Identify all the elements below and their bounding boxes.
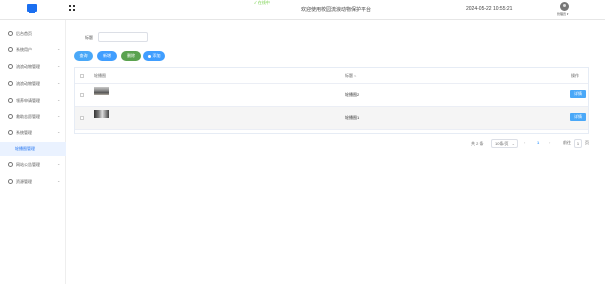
table-row: 轮播图1 详情 — [75, 107, 588, 130]
sidebar-item-resources[interactable]: 资源管理 ⌄ — [0, 175, 66, 189]
detail-button[interactable]: 详情 — [570, 90, 586, 98]
folder-icon — [8, 64, 13, 69]
sidebar: 后台首页 系统用户 ⌄ 流浪动物管理 ⌄ 流浪动物管理 ⌄ 领养申请管理 ⌄ 救… — [0, 20, 66, 284]
next-page-button[interactable]: › — [549, 140, 550, 145]
chevron-down-icon: ⌄ — [57, 113, 61, 118]
search-button[interactable]: 查询 — [74, 51, 93, 61]
carousel-table: 轮播图 标题⇅ 操作 轮播图2 详情 轮播图1 详情 — [74, 67, 589, 134]
batch-add-button[interactable]: 添加 — [143, 51, 165, 61]
sidebar-item-system[interactable]: 系统管理 ⌄ — [0, 126, 66, 140]
monitor-logo-icon[interactable] — [27, 4, 37, 13]
chevron-up-icon: ⌄ — [57, 129, 61, 134]
chevron-down-icon: ⌄ — [57, 97, 61, 102]
row-checkbox[interactable] — [80, 116, 84, 120]
sort-icon[interactable]: ⇅ — [354, 74, 357, 78]
prev-page-button[interactable]: ‹ — [524, 140, 525, 145]
sidebar-item-volunteer[interactable]: 救助志愿管理 ⌄ — [0, 110, 66, 124]
top-bar: ✓ 在线中 欢迎使用校园流浪动物保护平台 2024-05-22 10:55:21… — [0, 0, 605, 20]
chevron-down-icon: ⌄ — [57, 80, 61, 85]
folder-icon — [8, 98, 13, 103]
page-size-value: 10条/页 — [495, 140, 509, 146]
title-search-input[interactable] — [98, 32, 148, 42]
folder-icon — [8, 114, 13, 119]
detail-button[interactable]: 详情 — [570, 113, 586, 121]
plus-icon — [147, 54, 151, 58]
sidebar-item-label: 资源管理 — [16, 179, 32, 184]
folder-icon — [8, 81, 13, 86]
main-content: 标题 查询 新增 删除 添加 轮播图 标题⇅ 操作 轮播图2 详情 轮播图1 详… — [66, 20, 605, 284]
sidebar-item-label: 轮播图管理 — [15, 146, 35, 151]
search-icon — [8, 162, 13, 167]
sidebar-item-label: 领养申请管理 — [16, 98, 40, 103]
carousel-thumbnail — [94, 110, 109, 118]
sidebar-item-animals-2[interactable]: 流浪动物管理 ⌄ — [0, 77, 66, 91]
chevron-down-icon: ⌄ — [57, 178, 61, 183]
sidebar-item-label: 救助志愿管理 — [16, 114, 40, 119]
select-all-checkbox[interactable] — [80, 74, 84, 78]
carousel-thumbnail — [94, 87, 109, 95]
chevron-down-icon: ⌄ — [57, 46, 61, 51]
row-checkbox[interactable] — [80, 93, 84, 97]
column-header-title-label: 标题 — [345, 73, 353, 78]
folder-icon — [8, 130, 13, 135]
user-dropdown[interactable]: 管理员 ▾ — [557, 12, 568, 16]
chevron-down-icon: ⌄ — [57, 161, 61, 166]
user-icon — [8, 47, 13, 52]
clock-icon — [8, 31, 13, 36]
pagination-total: 共 2 条 — [471, 141, 484, 146]
title-filter-label: 标题 — [85, 35, 93, 40]
avatar[interactable] — [560, 2, 569, 11]
sidebar-item-home[interactable]: 后台首页 — [0, 27, 66, 41]
add-button[interactable]: 新增 — [97, 51, 117, 61]
goto-suffix: 页 — [585, 140, 589, 145]
row-title: 轮播图2 — [345, 92, 360, 97]
table-header: 轮播图 标题⇅ 操作 — [75, 68, 588, 84]
sidebar-item-adoption[interactable]: 领养申请管理 ⌄ — [0, 94, 66, 108]
sidebar-item-animals[interactable]: 流浪动物管理 ⌄ — [0, 60, 66, 74]
sidebar-item-notice[interactable]: 网站公告管理 ⌄ — [0, 158, 66, 172]
gear-icon — [8, 179, 13, 184]
row-title: 轮播图1 — [345, 115, 360, 120]
goto-page-input[interactable]: 1 — [574, 139, 582, 148]
status-chip: ✓ 在线中 — [254, 0, 270, 5]
page-number[interactable]: 1 — [537, 140, 539, 145]
column-header-image: 轮播图 — [94, 73, 106, 78]
datetime: 2024-05-22 10:55:21 — [466, 6, 513, 12]
sidebar-item-carousel[interactable]: 轮播图管理 — [0, 142, 66, 156]
sidebar-item-label: 系统管理 — [16, 130, 32, 135]
delete-button[interactable]: 删除 — [121, 51, 141, 61]
sidebar-item-label: 流浪动物管理 — [16, 81, 40, 86]
chevron-down-icon: ⌄ — [57, 63, 61, 68]
chevron-down-icon: ⌄ — [511, 141, 515, 146]
welcome-title: 欢迎使用校园流浪动物保护平台 — [301, 7, 372, 13]
grid-menu-icon[interactable] — [69, 5, 75, 11]
batch-add-label: 添加 — [152, 53, 161, 58]
column-header-title[interactable]: 标题⇅ — [345, 73, 357, 79]
sidebar-item-label: 流浪动物管理 — [16, 64, 40, 69]
sidebar-item-users[interactable]: 系统用户 ⌄ — [0, 43, 66, 57]
sidebar-item-label: 系统用户 — [16, 47, 32, 52]
column-header-action: 操作 — [571, 73, 579, 78]
sidebar-item-label: 后台首页 — [16, 31, 32, 36]
table-row: 轮播图2 详情 — [75, 84, 588, 107]
page-size-select[interactable]: 10条/页 ⌄ — [491, 139, 518, 148]
sidebar-item-label: 网站公告管理 — [16, 162, 40, 167]
goto-label: 前往 — [563, 140, 571, 145]
